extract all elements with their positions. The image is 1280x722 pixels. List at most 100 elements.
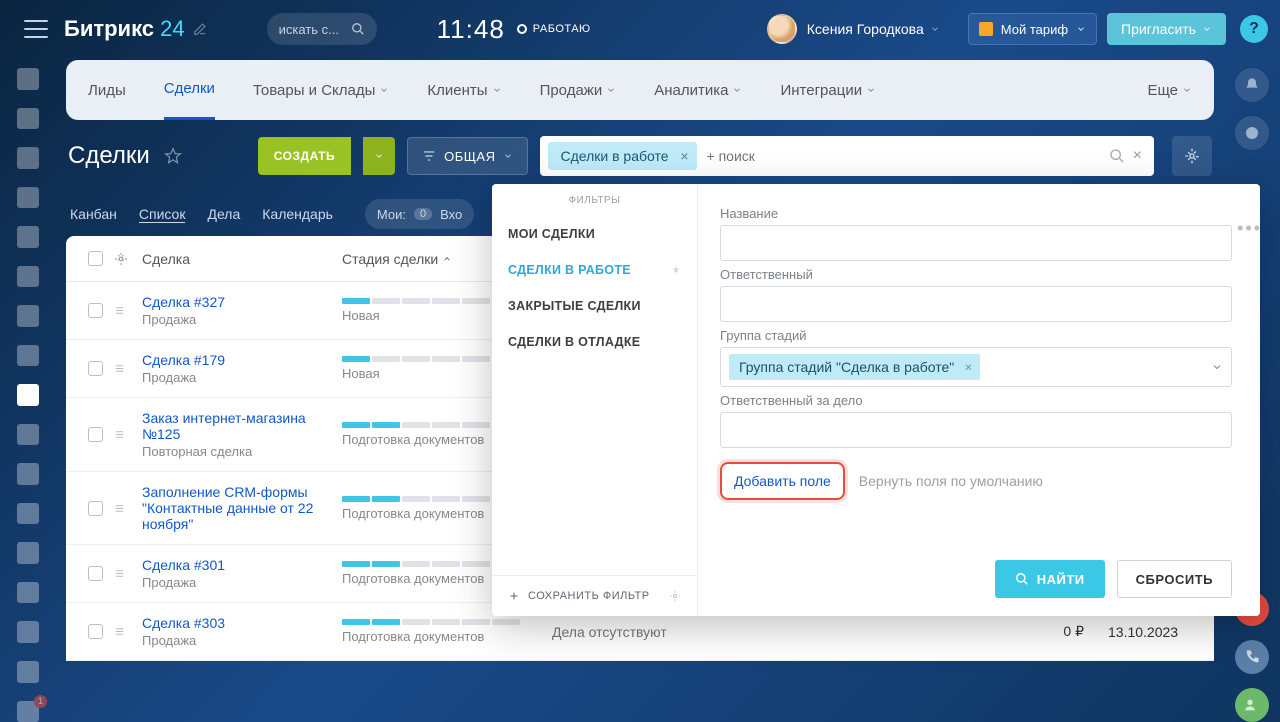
add-field-button[interactable]: Добавить поле (720, 462, 845, 500)
reset-button[interactable]: СБРОСИТЬ (1117, 560, 1232, 598)
search-filter-bar[interactable]: Сделки в работе× × (540, 136, 1154, 176)
tab-integrations[interactable]: Интеграции (780, 82, 876, 99)
notifications-icon[interactable] (1235, 68, 1269, 102)
col-deal[interactable]: Сделка (142, 251, 342, 267)
search-input[interactable] (697, 148, 1105, 164)
filter-preset[interactable]: ЗАКРЫТЫЕ СДЕЛКИ (492, 288, 697, 324)
invite-button[interactable]: Пригласить (1107, 13, 1226, 45)
row-menu-icon[interactable] (114, 429, 142, 440)
pin-icon[interactable] (671, 265, 681, 275)
global-search[interactable]: искать с... (267, 13, 377, 45)
chat-icon[interactable] (1235, 116, 1269, 150)
mine-filter[interactable]: Мои: 0 Вхо (365, 199, 474, 229)
tab-more[interactable]: Еще (1147, 82, 1192, 99)
deal-link[interactable]: Сделка #179 (142, 352, 342, 368)
search-icon[interactable] (1109, 148, 1125, 164)
tab-clients[interactable]: Клиенты (427, 82, 501, 99)
field-name-input[interactable] (720, 225, 1232, 261)
close-icon[interactable]: × (680, 148, 688, 164)
rail-icon[interactable] (17, 582, 39, 604)
tab-products[interactable]: Товары и Склады (253, 82, 390, 99)
close-icon[interactable]: × (1133, 147, 1142, 165)
view-kanban[interactable]: Канбан (70, 206, 117, 222)
filter-preset-active[interactable]: СДЕЛКИ В РАБОТЕ (492, 252, 697, 288)
chevron-down-icon[interactable] (930, 24, 940, 34)
select-chip[interactable]: Группа стадий "Сделка в работе"× (729, 354, 980, 380)
row-checkbox[interactable] (88, 624, 103, 639)
row-checkbox[interactable] (88, 361, 103, 376)
pipeline-filter[interactable]: ОБЩАЯ (407, 137, 528, 175)
view-activities[interactable]: Дела (207, 206, 240, 222)
gear-icon[interactable] (114, 252, 142, 266)
field-responsible-activity-input[interactable] (720, 412, 1232, 448)
rail-icon[interactable] (17, 147, 39, 169)
reset-fields-link[interactable]: Вернуть поля по умолчанию (859, 473, 1043, 489)
deal-link[interactable]: Заказ интернет-магазина №125 (142, 410, 342, 442)
settings-button[interactable] (1172, 136, 1212, 176)
save-filter-button[interactable]: СОХРАНИТЬ ФИЛЬТР (492, 575, 697, 616)
rail-icon[interactable] (17, 424, 39, 446)
tab-leads[interactable]: Лиды (88, 82, 126, 99)
rail-icon[interactable] (17, 621, 39, 643)
stage-progress[interactable] (342, 619, 520, 625)
deal-link[interactable]: Сделка #327 (142, 294, 342, 310)
create-dropdown[interactable] (363, 137, 395, 175)
rail-icon[interactable] (17, 542, 39, 564)
phone-icon[interactable] (1235, 640, 1269, 674)
deal-link[interactable]: Заполнение CRM-формы "Контактные данные … (142, 484, 342, 532)
rail-icon[interactable] (17, 661, 39, 683)
gear-icon[interactable] (669, 590, 681, 602)
rail-icon[interactable] (17, 345, 39, 367)
rail-icon[interactable] (17, 305, 39, 327)
filter-preset[interactable]: СДЕЛКИ В ОТЛАДКЕ (492, 324, 697, 360)
filter-chip[interactable]: Сделки в работе× (548, 142, 696, 170)
more-icon[interactable]: ••• (1237, 218, 1262, 239)
tariff-button[interactable]: Мой тариф (968, 13, 1097, 45)
find-button[interactable]: НАЙТИ (995, 560, 1105, 598)
rail-icon[interactable] (17, 68, 39, 90)
view-list[interactable]: Список (139, 206, 186, 223)
rail-icon[interactable] (17, 226, 39, 248)
help-button[interactable]: ? (1240, 15, 1268, 43)
logo[interactable]: Битрикс 24 (64, 16, 185, 42)
tab-sales[interactable]: Продажи (540, 82, 617, 99)
row-menu-icon[interactable] (114, 568, 142, 579)
rail-icon[interactable] (17, 187, 39, 209)
rail-icon[interactable] (17, 266, 39, 288)
row-menu-icon[interactable] (114, 363, 142, 374)
row-checkbox[interactable] (88, 303, 103, 318)
menu-toggle[interactable] (24, 20, 48, 38)
clock: 11:48 (437, 14, 505, 45)
create-button[interactable]: СОЗДАТЬ (258, 137, 351, 175)
global-search-placeholder: искать с... (279, 22, 339, 37)
avatar[interactable] (767, 14, 797, 44)
rail-icon[interactable] (17, 463, 39, 485)
select-all-checkbox[interactable] (88, 251, 103, 266)
row-menu-icon[interactable] (114, 626, 142, 637)
people-icon[interactable] (1235, 688, 1269, 722)
star-icon[interactable] (164, 147, 182, 165)
field-responsible-input[interactable] (720, 286, 1232, 322)
row-menu-icon[interactable] (114, 503, 142, 514)
activities-cell: Дела отсутствуют (552, 624, 1004, 640)
row-checkbox[interactable] (88, 427, 103, 442)
rail-icon[interactable] (17, 503, 39, 525)
nav-tabs: Лиды Сделки Товары и Склады Клиенты Прод… (66, 60, 1214, 120)
row-checkbox[interactable] (88, 566, 103, 581)
rail-icon[interactable] (17, 108, 39, 130)
rail-icon-badge[interactable] (17, 701, 39, 722)
work-status[interactable]: РАБОТАЮ (517, 23, 591, 35)
field-stagegroup-select[interactable]: Группа стадий "Сделка в работе"× (720, 347, 1232, 387)
deal-link[interactable]: Сделка #301 (142, 557, 342, 573)
tab-analytics[interactable]: Аналитика (654, 82, 742, 99)
close-icon[interactable]: × (965, 360, 973, 375)
view-calendar[interactable]: Календарь (262, 206, 333, 222)
row-checkbox[interactable] (88, 501, 103, 516)
filter-preset[interactable]: МОИ СДЕЛКИ (492, 216, 697, 252)
row-menu-icon[interactable] (114, 305, 142, 316)
rail-icon-active[interactable] (17, 384, 39, 406)
user-name[interactable]: Ксения Городкова (807, 21, 924, 37)
edit-icon[interactable] (193, 22, 207, 36)
deal-link[interactable]: Сделка #303 (142, 615, 342, 631)
tab-deals[interactable]: Сделки (164, 60, 215, 120)
